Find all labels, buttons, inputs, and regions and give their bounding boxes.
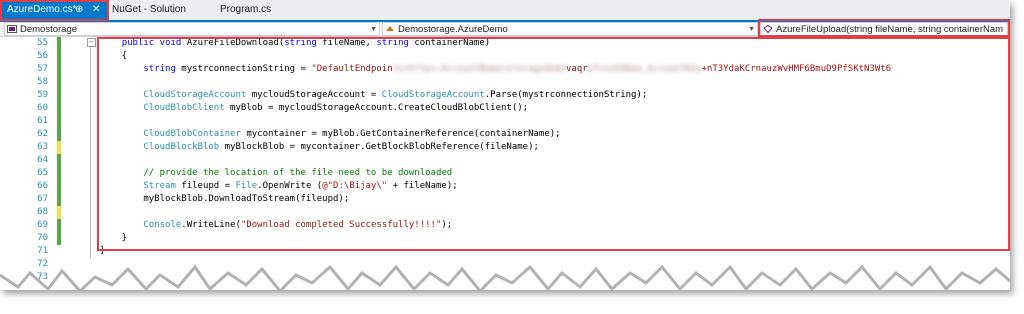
line-number: 67: [37, 194, 48, 204]
line-number: 59: [37, 90, 48, 100]
class-dropdown[interactable]: Demostorage.AzureDemo ▼: [382, 22, 758, 36]
change-marker: [57, 128, 61, 141]
method-highlight-box: [97, 37, 1010, 251]
chevron-down-icon: ▼: [748, 26, 755, 33]
line-number: 64: [37, 155, 48, 165]
change-marker: [57, 193, 61, 206]
project-dropdown[interactable]: Demostorage ▼: [4, 22, 380, 36]
torn-edge-effect: [0, 264, 1010, 290]
line-number: 61: [37, 116, 48, 126]
tab-highlight-box: [0, 0, 109, 21]
change-marker: [57, 50, 61, 63]
collapse-toggle-icon[interactable]: −: [87, 38, 96, 47]
chevron-down-icon: ▼: [370, 26, 377, 33]
change-marker: [57, 102, 61, 115]
line-number: 65: [37, 168, 48, 178]
tab-label: NuGet - Solution: [112, 4, 186, 15]
line-number: 60: [37, 103, 48, 113]
line-number: 58: [37, 77, 48, 87]
line-number: 66: [37, 181, 48, 191]
line-number: 55: [37, 38, 48, 48]
change-marker: [57, 63, 61, 76]
tab-label: Program.cs: [220, 4, 272, 15]
line-number: 68: [37, 207, 48, 217]
change-marker: [57, 37, 61, 50]
member-highlight-box: [758, 19, 1010, 37]
tab-program-cs[interactable]: Program.cs: [214, 1, 277, 19]
outline-guide: [90, 47, 91, 259]
change-marker: [57, 206, 61, 219]
line-number: 56: [37, 51, 48, 61]
change-marker: [57, 154, 61, 167]
class-icon: [386, 26, 394, 31]
change-marker: [57, 89, 61, 102]
project-dropdown-label: Demostorage: [20, 24, 78, 35]
code-editor[interactable]: 55 public void AzureFileDownload(string …: [0, 37, 1010, 290]
change-marker: [57, 180, 61, 193]
screenshot-frame: AzureDemo.cs* ⊕ ✕ NuGet - Solution Progr…: [0, 0, 1010, 290]
change-marker: [57, 115, 61, 128]
line-number: 70: [37, 233, 48, 243]
change-marker: [57, 167, 61, 180]
line-number: 63: [37, 142, 48, 152]
change-marker: [57, 232, 61, 245]
change-marker: [57, 141, 61, 154]
csharp-project-icon: [7, 25, 17, 33]
class-dropdown-label: Demostorage.AzureDemo: [398, 24, 508, 35]
tab-nuget-solution[interactable]: NuGet - Solution: [106, 1, 192, 19]
line-number: 69: [37, 220, 48, 230]
change-marker: [57, 76, 61, 89]
line-number: 57: [37, 64, 48, 74]
line-number: 62: [37, 129, 48, 139]
change-marker: [57, 219, 61, 232]
